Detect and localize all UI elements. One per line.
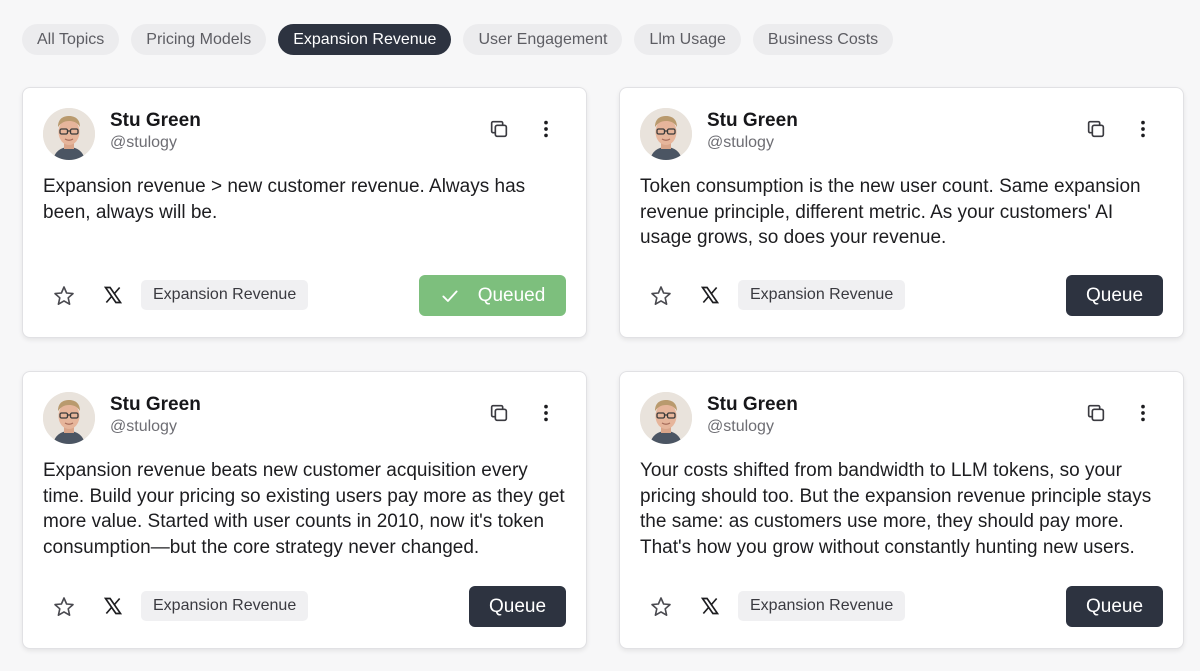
avatar-image xyxy=(640,108,692,160)
avatar-image xyxy=(640,392,692,444)
queued-button-label: Queued xyxy=(477,284,546,306)
card-footer: Expansion Revenue Queue xyxy=(620,275,1183,317)
avatar xyxy=(640,108,692,160)
queue-button[interactable]: Queue xyxy=(469,586,566,627)
check-icon xyxy=(442,290,458,302)
filter-chip-business-costs[interactable]: Business Costs xyxy=(752,24,894,55)
post-card: Stu Green @stulogy Your costs shifted fr… xyxy=(619,371,1184,649)
post-text: Token consumption is the new user count.… xyxy=(640,176,1141,248)
copy-icon[interactable] xyxy=(488,118,510,140)
author-handle: @stulogy xyxy=(110,418,177,435)
filter-chip-llm-usage[interactable]: Llm Usage xyxy=(634,24,741,55)
author-handle: @stulogy xyxy=(110,134,177,151)
author-name: Stu Green xyxy=(110,110,201,131)
star-icon[interactable] xyxy=(649,284,673,308)
queue-button[interactable]: Queue xyxy=(1066,586,1163,627)
author-name: Stu Green xyxy=(110,394,201,415)
avatar xyxy=(43,392,95,444)
avatar xyxy=(43,108,95,160)
more-vertical-icon[interactable] xyxy=(1132,118,1154,140)
topic-tag: Expansion Revenue xyxy=(141,591,309,621)
topic-filter-bar: All Topics Pricing Models Expansion Reve… xyxy=(22,24,894,55)
filter-chip-expansion-revenue[interactable]: Expansion Revenue xyxy=(278,24,452,55)
filter-chip-user-engagement[interactable]: User Engagement xyxy=(463,24,623,55)
star-icon[interactable] xyxy=(649,595,673,619)
post-text: Your costs shifted from bandwidth to LLM… xyxy=(640,460,1152,558)
topic-tag: Expansion Revenue xyxy=(141,280,309,310)
x-logo-icon[interactable] xyxy=(700,596,720,616)
author-name: Stu Green xyxy=(707,110,798,131)
author-handle: @stulogy xyxy=(707,418,774,435)
avatar xyxy=(640,392,692,444)
copy-icon[interactable] xyxy=(1085,118,1107,140)
star-icon[interactable] xyxy=(52,595,76,619)
more-vertical-icon[interactable] xyxy=(535,402,557,424)
filter-chip-all-topics[interactable]: All Topics xyxy=(22,24,120,55)
more-vertical-icon[interactable] xyxy=(535,118,557,140)
x-logo-icon[interactable] xyxy=(700,285,720,305)
card-footer: Expansion Revenue Queued xyxy=(23,275,586,317)
x-logo-icon[interactable] xyxy=(103,285,123,305)
author-handle: @stulogy xyxy=(707,134,774,151)
queued-button[interactable]: Queued xyxy=(419,275,566,316)
post-text: Expansion revenue beats new customer acq… xyxy=(43,460,565,558)
star-icon[interactable] xyxy=(52,284,76,308)
avatar-image xyxy=(43,392,95,444)
author-name: Stu Green xyxy=(707,394,798,415)
copy-icon[interactable] xyxy=(488,402,510,424)
card-footer: Expansion Revenue Queue xyxy=(23,586,586,628)
queue-button[interactable]: Queue xyxy=(1066,275,1163,316)
filter-chip-pricing-models[interactable]: Pricing Models xyxy=(131,24,267,55)
card-footer: Expansion Revenue Queue xyxy=(620,586,1183,628)
copy-icon[interactable] xyxy=(1085,402,1107,424)
post-text: Expansion revenue > new customer revenue… xyxy=(43,176,526,223)
post-card: Stu Green @stulogy Token consumption is … xyxy=(619,87,1184,338)
topic-tag: Expansion Revenue xyxy=(738,591,906,621)
post-card: Stu Green @stulogy Expansion revenue bea… xyxy=(22,371,587,649)
post-card: Stu Green @stulogy Expansion revenue > n… xyxy=(22,87,587,338)
avatar-image xyxy=(43,108,95,160)
x-logo-icon[interactable] xyxy=(103,596,123,616)
more-vertical-icon[interactable] xyxy=(1132,402,1154,424)
topic-tag: Expansion Revenue xyxy=(738,280,906,310)
